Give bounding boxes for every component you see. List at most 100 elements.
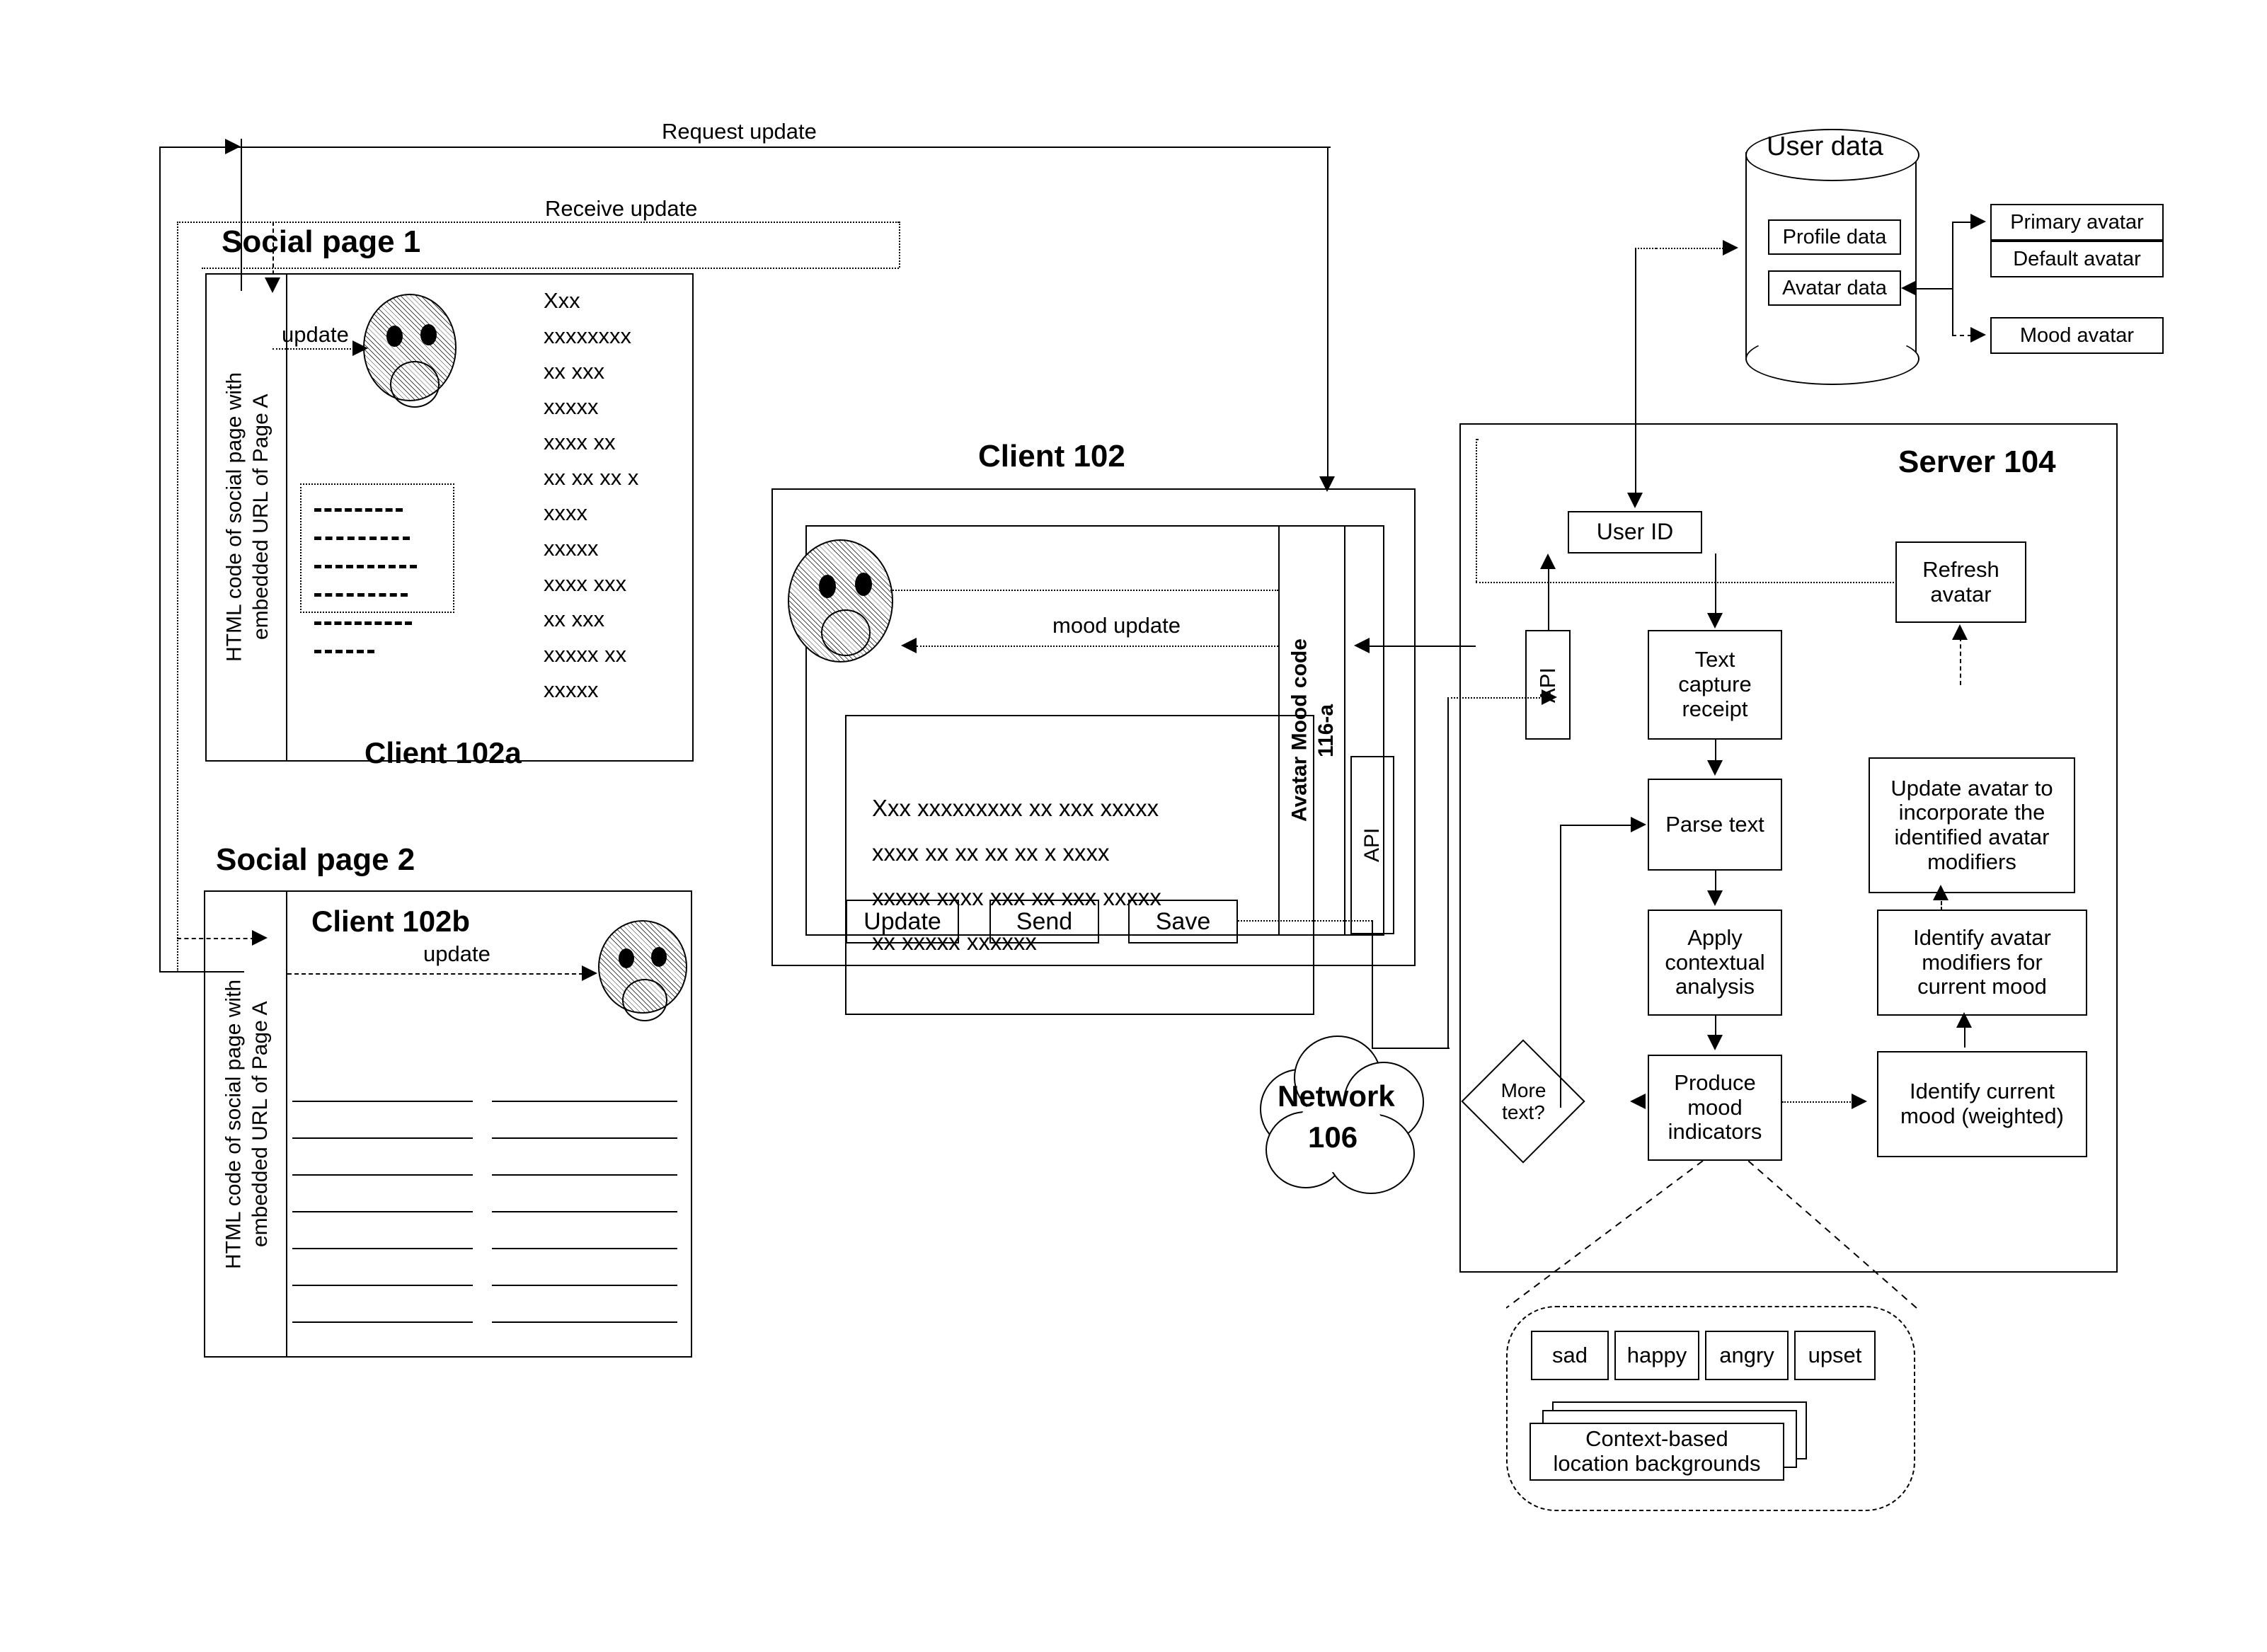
avatar-eye-left-client102	[819, 575, 836, 598]
code-dash-line	[314, 650, 374, 653]
produce-mood-indicators-box: Produce mood indicators	[1648, 1055, 1782, 1161]
page-rule-line	[292, 1248, 473, 1249]
code-dash-line	[314, 508, 403, 512]
mood-chip-sad: sad	[1531, 1331, 1609, 1380]
userid-incoming-arrowhead	[1627, 493, 1643, 508]
more-text-label: More text?	[1500, 1079, 1546, 1123]
page-rule-line	[292, 1211, 473, 1212]
request-update-arrowhead	[225, 139, 241, 154]
message-line: xxxx xx xx xx xx x xxxx	[872, 839, 1110, 866]
page-rule-line	[292, 1101, 473, 1102]
social-post-text-1: Xxx xxxxxxxx xx xxx xxxxx xxxx xx xx xx …	[544, 283, 685, 708]
post-line: xxxxx	[544, 677, 599, 702]
page-rule-line	[292, 1285, 473, 1286]
post-line: xxxx	[544, 500, 587, 525]
userdata-to-userid-vertical	[1635, 248, 1636, 497]
update-arrowhead-1	[352, 340, 368, 356]
network-number: 106	[1308, 1120, 1358, 1154]
client-102-incoming-arrowhead	[1319, 476, 1335, 492]
refresh-out-top-horizontal	[1476, 439, 1479, 440]
mood-update-line-upper	[890, 590, 1278, 591]
page-rule-line	[492, 1321, 677, 1323]
client-102-incoming-vertical	[1327, 147, 1328, 486]
code-dash-line	[314, 593, 408, 597]
receive-update-line-to-sp1	[202, 268, 899, 269]
textcapture-to-parse-line	[1715, 740, 1716, 762]
refresh-avatar-box: Refresh avatar	[1895, 541, 2026, 623]
mood-update-line	[917, 646, 1278, 647]
client-102-title: Client 102	[978, 439, 1125, 474]
identifymood-to-modifiers-arrowhead	[1956, 1012, 1972, 1028]
avatar-eye-left-1	[386, 326, 403, 347]
update-label-1: update	[282, 322, 349, 347]
update-button[interactable]: Update	[846, 900, 959, 943]
avatar-bus-to-mood	[1952, 335, 1972, 336]
page-rule-line	[292, 1137, 473, 1139]
avatar-data-box: Avatar data	[1768, 270, 1901, 306]
produce-to-identifymood-arrowhead	[1852, 1094, 1867, 1109]
post-line: xxxxx xx	[544, 642, 627, 667]
page-rule-line	[492, 1101, 677, 1102]
mood-detail-connector-right	[1748, 1161, 1918, 1309]
post-line: xx xxx	[544, 607, 605, 631]
server-to-client-mood-arrowhead	[1354, 638, 1370, 653]
client-102a-label: Client 102a	[365, 736, 522, 769]
avatar-frown-1	[390, 361, 440, 408]
avatar-bus-to-primary	[1952, 222, 1972, 223]
update-avatar-box: Update avatar to incorporate the identif…	[1869, 757, 2075, 893]
apply-to-produce-line	[1715, 1016, 1716, 1036]
save-to-api-line	[1238, 920, 1372, 922]
server-to-userdata-line	[1656, 248, 1723, 249]
parse-text-box: Parse text	[1648, 779, 1782, 871]
request-update-arrowhead-sp2	[252, 930, 268, 946]
post-line: xx xxx	[544, 359, 605, 384]
post-line: xx xx xx x	[544, 465, 639, 490]
api-to-userid-line	[1548, 566, 1549, 631]
parse-to-apply-arrowhead	[1707, 890, 1723, 906]
modifiers-to-update-arrowhead	[1933, 885, 1949, 900]
identifymood-to-modifiers-line	[1964, 1026, 1965, 1048]
mood-update-arrowhead	[901, 638, 917, 653]
social-page-1-title: Social page 1	[222, 224, 421, 259]
request-update-line-left-vertical	[159, 147, 161, 971]
text-capture-receipt-box: Text capture receipt	[1648, 630, 1782, 740]
update-to-refresh-line	[1960, 637, 1961, 685]
avatar-bus-to-avatardata	[1917, 288, 1953, 289]
avatar-eye-right-2	[651, 947, 667, 967]
page-rule-line	[292, 1321, 473, 1323]
produce-to-identifymood-line	[1782, 1101, 1853, 1103]
refresh-out-left-vertical	[1476, 439, 1477, 582]
user-data-title: User data	[1767, 132, 1883, 161]
request-update-arrow-into-sp2-line	[177, 938, 255, 939]
request-update-label: Request update	[662, 119, 817, 144]
save-button[interactable]: Save	[1128, 900, 1238, 943]
user-data-cylinder-body	[1745, 152, 1917, 357]
mood-avatar-box: Mood avatar	[1990, 317, 2164, 354]
primary-avatar-arrowhead	[1970, 214, 1986, 229]
page-rule-line	[492, 1174, 677, 1176]
network-to-server-horizontal-bottom	[1372, 1048, 1450, 1049]
send-button[interactable]: Send	[989, 900, 1099, 943]
userid-to-textcapture-arrowhead	[1707, 613, 1723, 629]
server-104-title: Server 104	[1898, 444, 2056, 479]
identify-avatar-modifiers-box: Identify avatar modifiers for current mo…	[1877, 910, 2087, 1016]
page-rule-line	[492, 1211, 677, 1212]
receive-update-label: Receive update	[545, 196, 698, 221]
avatar-frown-client102	[821, 609, 871, 656]
produce-to-moretext-arrowhead	[1630, 1094, 1646, 1109]
avatar-eye-right-1	[420, 324, 437, 345]
apply-contextual-analysis-box: Apply contextual analysis	[1648, 910, 1782, 1016]
parse-to-apply-line	[1715, 871, 1716, 892]
mood-detail-connector-left	[1506, 1161, 1704, 1309]
user-id-box: User ID	[1568, 511, 1702, 553]
avatar-bus-vertical-left	[1952, 288, 1953, 335]
page-rule-line	[492, 1285, 677, 1286]
page-rule-line	[492, 1137, 677, 1139]
html-code-label-1: HTML code of social page with embedded U…	[222, 372, 273, 662]
post-line: xxxxx	[544, 394, 599, 419]
mood-update-label: mood update	[1052, 613, 1181, 638]
network-cloud	[1253, 1030, 1430, 1200]
userid-to-textcapture-line	[1715, 553, 1716, 616]
post-line: xxxxx	[544, 536, 599, 561]
post-line: xxxxxxxx	[544, 323, 631, 348]
